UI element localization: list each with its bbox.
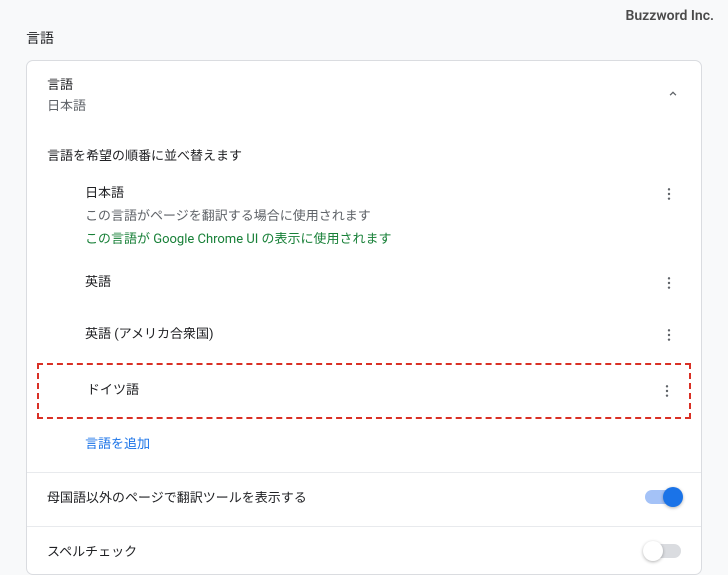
reorder-label: 言語を希望の順番に並べ替えます [27,127,701,168]
toggle-thumb [643,541,663,561]
more-vert-icon[interactable] [657,182,681,206]
language-name: ドイツ語 [87,379,655,398]
language-item-german: ドイツ語 [37,363,691,419]
language-note: この言語が Google Chrome UI の表示に使用されます [85,228,657,247]
translate-tool-row: 母国語以外のページで翻訳ツールを表示する [27,473,701,520]
brand-text: Buzzword Inc. [625,8,714,24]
card-current-language: 日本語 [47,95,663,114]
page-title: 言語 [26,28,54,48]
card-header-text: 言語 日本語 [47,74,663,114]
more-vert-icon[interactable] [655,379,679,403]
language-card-header[interactable]: 言語 日本語 [27,61,701,127]
language-desc: この言語がページを翻訳する場合に使用されます [85,205,657,224]
language-item-english: 英語 [27,257,701,309]
more-vert-icon[interactable] [657,271,681,295]
chevron-up-icon[interactable] [663,84,683,104]
language-content: ドイツ語 [87,379,655,398]
language-settings-card: 言語 日本語 言語を希望の順番に並べ替えます 日本語 この言語がページを翻訳する… [26,60,702,575]
language-name: 英語 (アメリカ合衆国) [85,323,657,342]
card-title: 言語 [47,74,663,93]
translate-label: 母国語以外のページで翻訳ツールを表示する [47,487,645,506]
language-item-japanese: 日本語 この言語がページを翻訳する場合に使用されます この言語が Google … [27,172,701,257]
spellcheck-label: スペルチェック [47,541,645,560]
translate-toggle[interactable] [645,490,681,504]
language-item-english-us: 英語 (アメリカ合衆国) [27,309,701,361]
language-content: 英語 [85,271,657,290]
spellcheck-row: スペルチェック [27,527,701,574]
language-name: 日本語 [85,182,657,201]
spellcheck-toggle[interactable] [645,544,681,558]
add-language-link[interactable]: 言語を追加 [85,437,150,452]
language-content: 英語 (アメリカ合衆国) [85,323,657,342]
more-vert-icon[interactable] [657,323,681,347]
language-content: 日本語 この言語がページを翻訳する場合に使用されます この言語が Google … [85,182,657,247]
add-language-row: 言語を追加 [27,421,701,466]
language-list: 日本語 この言語がページを翻訳する場合に使用されます この言語が Google … [27,168,701,466]
language-name: 英語 [85,271,657,290]
toggle-thumb [663,487,683,507]
